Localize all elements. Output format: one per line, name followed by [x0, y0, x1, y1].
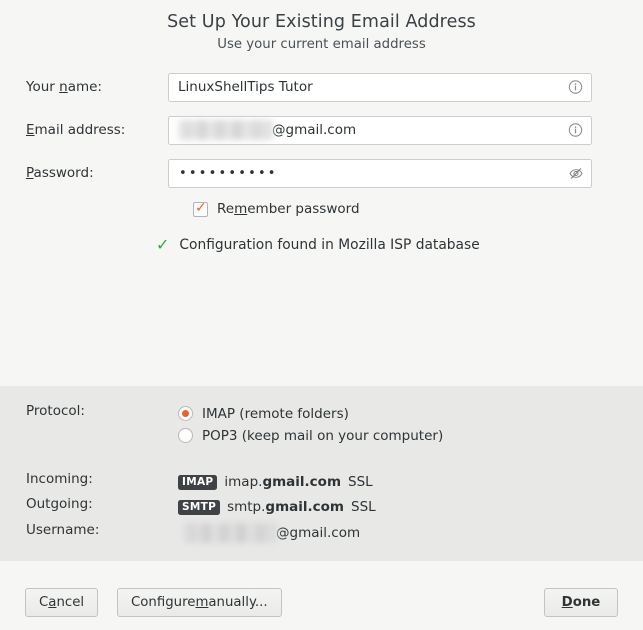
- email-value: @gmail.com: [169, 120, 356, 140]
- radio-pop3-label: POP3 (keep mail on your computer): [202, 427, 444, 444]
- password-value: ••••••••••: [179, 165, 278, 181]
- username-domain: @gmail.com: [276, 525, 361, 541]
- incoming-security: SSL: [348, 474, 373, 490]
- name-value: LinuxShellTips Tutor: [178, 79, 313, 95]
- config-status-text: Configuration found in Mozilla ISP datab…: [179, 237, 480, 253]
- row-email-address: Email address: @gmail.com: [0, 115, 643, 145]
- page-title: Set Up Your Existing Email Address: [167, 12, 476, 32]
- label-your-name: Your name:: [26, 79, 102, 95]
- label-incoming: Incoming:: [26, 471, 93, 487]
- redacted-username-local-part: [182, 523, 277, 543]
- email-domain: @gmail.com: [272, 122, 357, 138]
- name-field[interactable]: LinuxShellTips Tutor: [168, 72, 592, 102]
- row-incoming: Incoming: IMAP imap.gmail.com SSL: [0, 447, 643, 493]
- label-email-address: Email address:: [26, 122, 126, 138]
- remember-password-checkbox[interactable]: ✓: [193, 199, 208, 217]
- info-circle-icon[interactable]: [567, 79, 584, 96]
- eye-slash-icon[interactable]: [567, 165, 584, 182]
- remember-password-row[interactable]: ✓ Remember password: [193, 199, 643, 219]
- redacted-email-local-part: [178, 120, 273, 140]
- cancel-button[interactable]: Ca ncel: [25, 588, 99, 617]
- password-field[interactable]: ••••••••••: [168, 158, 592, 188]
- incoming-server-value: IMAP imap.gmail.com SSL: [178, 471, 373, 493]
- radio-imap[interactable]: [178, 406, 193, 421]
- outgoing-security: SSL: [351, 499, 376, 515]
- label-password: Password:: [26, 165, 94, 181]
- protocol-option-imap[interactable]: IMAP (remote folders): [178, 403, 443, 424]
- label-protocol: Protocol:: [26, 403, 85, 419]
- info-circle-icon[interactable]: [567, 122, 584, 139]
- config-status-row: ✓ Configuration found in Mozilla ISP dat…: [156, 235, 643, 254]
- account-form: Your name: LinuxShellTips Tutor Email ad…: [0, 72, 643, 371]
- imap-badge: IMAP: [178, 474, 218, 490]
- configure-manually-button[interactable]: Configure m anually...: [117, 588, 282, 617]
- outgoing-host: smtp.gmail.com: [227, 499, 344, 515]
- outgoing-server-value: SMTP smtp.gmail.com SSL: [178, 496, 376, 518]
- username-value: @gmail.com: [178, 522, 360, 544]
- row-password: Password: ••••••••••: [0, 158, 643, 188]
- row-your-name: Your name: LinuxShellTips Tutor: [0, 72, 643, 102]
- page-subtitle: Use your current email address: [217, 37, 426, 52]
- remember-password-label: Remember password: [217, 201, 360, 217]
- incoming-host: imap.gmail.com: [224, 474, 342, 490]
- radio-pop3[interactable]: [178, 428, 193, 443]
- protocol-option-pop3[interactable]: POP3 (keep mail on your computer): [178, 425, 443, 446]
- checkmark-icon: ✓: [195, 199, 207, 216]
- protocol-radio-group: IMAP (remote folders) POP3 (keep mail on…: [178, 403, 443, 447]
- dialog-header: Set Up Your Existing Email Address Use y…: [0, 0, 643, 54]
- smtp-badge: SMTP: [178, 499, 221, 515]
- email-field[interactable]: @gmail.com: [168, 115, 592, 145]
- label-username: Username:: [26, 522, 100, 538]
- row-outgoing: Outgoing: SMTP smtp.gmail.com SSL: [0, 493, 643, 518]
- done-button[interactable]: Done: [544, 588, 618, 617]
- row-protocol: Protocol: IMAP (remote folders) POP3 (ke…: [0, 386, 643, 447]
- server-details-panel: Protocol: IMAP (remote folders) POP3 (ke…: [0, 386, 643, 561]
- row-username: Username: @gmail.com: [0, 518, 643, 544]
- label-outgoing: Outgoing:: [26, 496, 93, 512]
- radio-imap-label: IMAP (remote folders): [202, 405, 349, 422]
- green-check-icon: ✓: [156, 235, 170, 254]
